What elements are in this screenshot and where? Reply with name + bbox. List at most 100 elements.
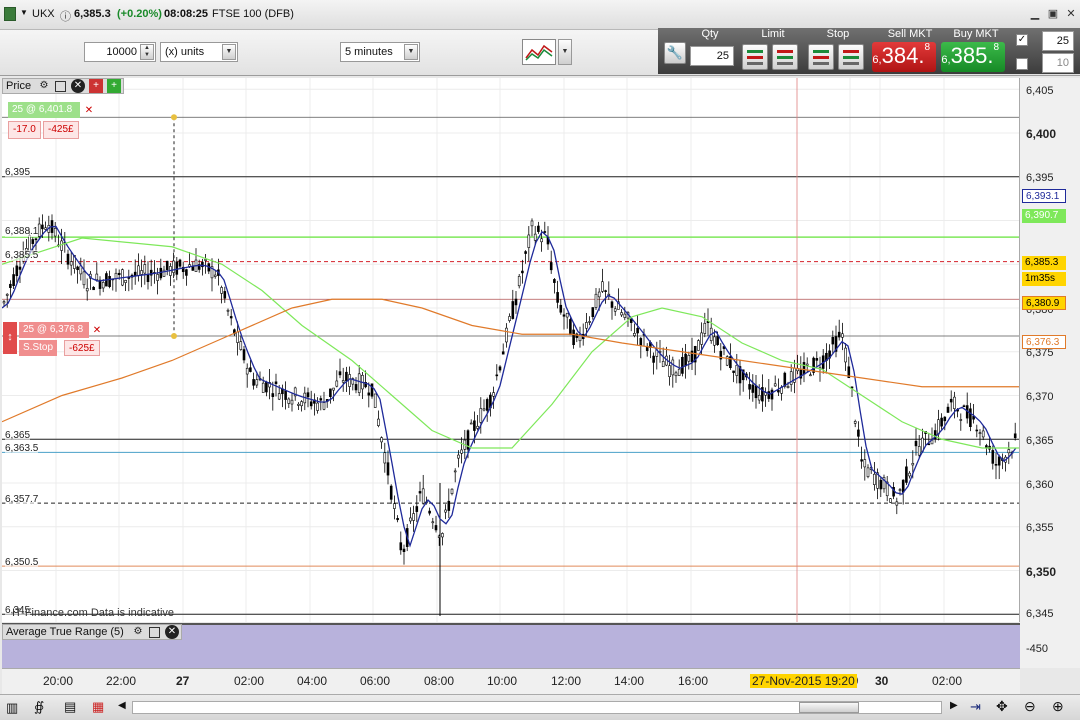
zoom-in-icon[interactable]: ⊕ [1052,698,1064,715]
candle-body [245,367,249,375]
candle-body [396,518,399,521]
horizontal-scrollbar[interactable] [132,701,942,714]
wrench-icon[interactable]: ⚙ [131,625,145,639]
stop-level-badge: 6,376.3 [1022,335,1066,349]
quantity-input[interactable]: 10000 ▲ ▼ [84,42,156,62]
scroll-left-button[interactable]: ◀ [118,700,126,711]
candle-body [348,374,351,387]
candle-body [585,322,588,329]
candle-body [908,472,911,477]
candle-body [373,393,377,408]
buy-price-main: 385. [950,43,994,68]
candle-body [223,291,227,299]
data-disclaimer: IT-Finance.com Data is indicative [12,607,175,619]
y-tick-label: 6,370 [1026,391,1054,403]
candle-body [434,525,438,531]
fit-icon[interactable]: ✥ [996,698,1008,715]
price-chart-pane[interactable] [2,78,1020,622]
chevron-down-icon[interactable]: ▼ [222,44,236,60]
position-order-label[interactable]: 25 @ 6,401.8 [8,102,80,118]
instrument-name: FTSE 100 (DFB) [212,8,294,20]
side-input-2[interactable]: 10 [1042,53,1074,73]
add-green-icon[interactable]: + [107,79,121,93]
candle-body [242,349,246,361]
candle-body [754,385,758,399]
minimize-button[interactable]: ▁ [1028,7,1042,21]
limit-buy-button[interactable] [742,44,768,70]
candle-body [226,309,230,312]
chevron-down-icon[interactable]: ▼ [20,8,28,17]
candle-body [44,227,47,230]
candle-body [697,340,700,351]
wrench-icon[interactable]: 🔧 [664,42,686,64]
maximize-button[interactable]: ▣ [1046,7,1060,21]
drag-handle-icon[interactable]: ↕ [3,322,17,354]
wrench-icon[interactable]: ⚙ [37,79,51,93]
stop-buy-button[interactable] [808,44,834,70]
candle-body [601,281,604,292]
info-icon[interactable]: ⓘ [60,8,71,24]
sell-market-button[interactable]: 6,384.8 [872,42,936,72]
drawing-icon[interactable]: ▦ [92,699,104,715]
buy-market-button[interactable]: 6,385.8 [941,42,1005,72]
scroll-right-button[interactable]: ▶ [950,700,958,711]
candle-body [415,506,419,512]
candle-body [514,298,518,306]
close-order-icon[interactable]: ✕ [82,104,96,118]
ma-orange-line [2,298,1019,423]
option-checkbox[interactable] [1016,58,1028,70]
candle-body [994,463,998,466]
stop-order-label[interactable]: 25 @ 6,376.8 [19,322,89,338]
candle-body [773,383,777,387]
candle-body [60,240,63,251]
qty-input[interactable]: 25 [690,46,734,66]
window-icon[interactable] [55,81,66,92]
add-red-icon[interactable]: + [89,79,103,93]
candle-body [393,503,396,509]
candle-body [962,405,966,408]
candle-body [735,364,739,376]
indicators-icon[interactable]: ∯ [34,699,44,715]
price-axis[interactable] [1020,78,1080,668]
scrollbar-thumb[interactable] [799,702,859,713]
stop-sell-button[interactable] [838,44,864,70]
x-tick-label: 02:00 [234,674,265,688]
window-icon[interactable] [149,627,160,638]
close-icon[interactable]: ✕ [165,625,179,639]
units-select[interactable]: (x) units ▼ [160,42,238,62]
chart-tools-icon[interactable]: ▥ [6,700,18,716]
end-icon[interactable]: ⇥ [970,699,981,715]
quantity-stepper[interactable]: ▲ ▼ [140,44,154,60]
close-icon[interactable]: ✕ [71,79,85,93]
candle-body [213,274,217,277]
close-button[interactable]: ✕ [1064,7,1078,21]
chart-type-dropdown[interactable]: ▼ [558,39,572,65]
candle-body [844,347,847,363]
zoom-out-icon[interactable]: ⊖ [1024,698,1036,715]
candle-body [284,390,287,400]
candle-body [479,408,483,423]
stop-amount: -625£ [64,340,100,356]
candle-body [981,430,985,438]
candle-body [508,316,511,321]
candle-body [809,374,812,377]
candle-body [684,353,687,367]
candle-body [191,266,195,271]
x-tick-label: 14:00 [614,674,645,688]
candle-body [777,390,780,393]
y-tick-label: 6,405 [1026,85,1054,97]
template-icon[interactable]: ▤ [64,699,76,715]
chart-type-button[interactable] [522,39,556,65]
candle-body [863,459,867,468]
enable-checkbox[interactable]: ✓ [1016,34,1028,46]
interval-select[interactable]: 5 minutes ▼ [340,42,420,62]
close-order-icon[interactable]: ✕ [90,324,104,338]
candle-body [997,456,1001,466]
limit-sell-button[interactable] [772,44,798,70]
limit-label: Limit [761,28,785,40]
side-input-1[interactable]: 25 [1042,31,1074,51]
candle-body [511,301,515,319]
candle-body [533,233,537,241]
chevron-down-icon[interactable]: ▼ [404,44,418,60]
candle-body [143,264,147,274]
